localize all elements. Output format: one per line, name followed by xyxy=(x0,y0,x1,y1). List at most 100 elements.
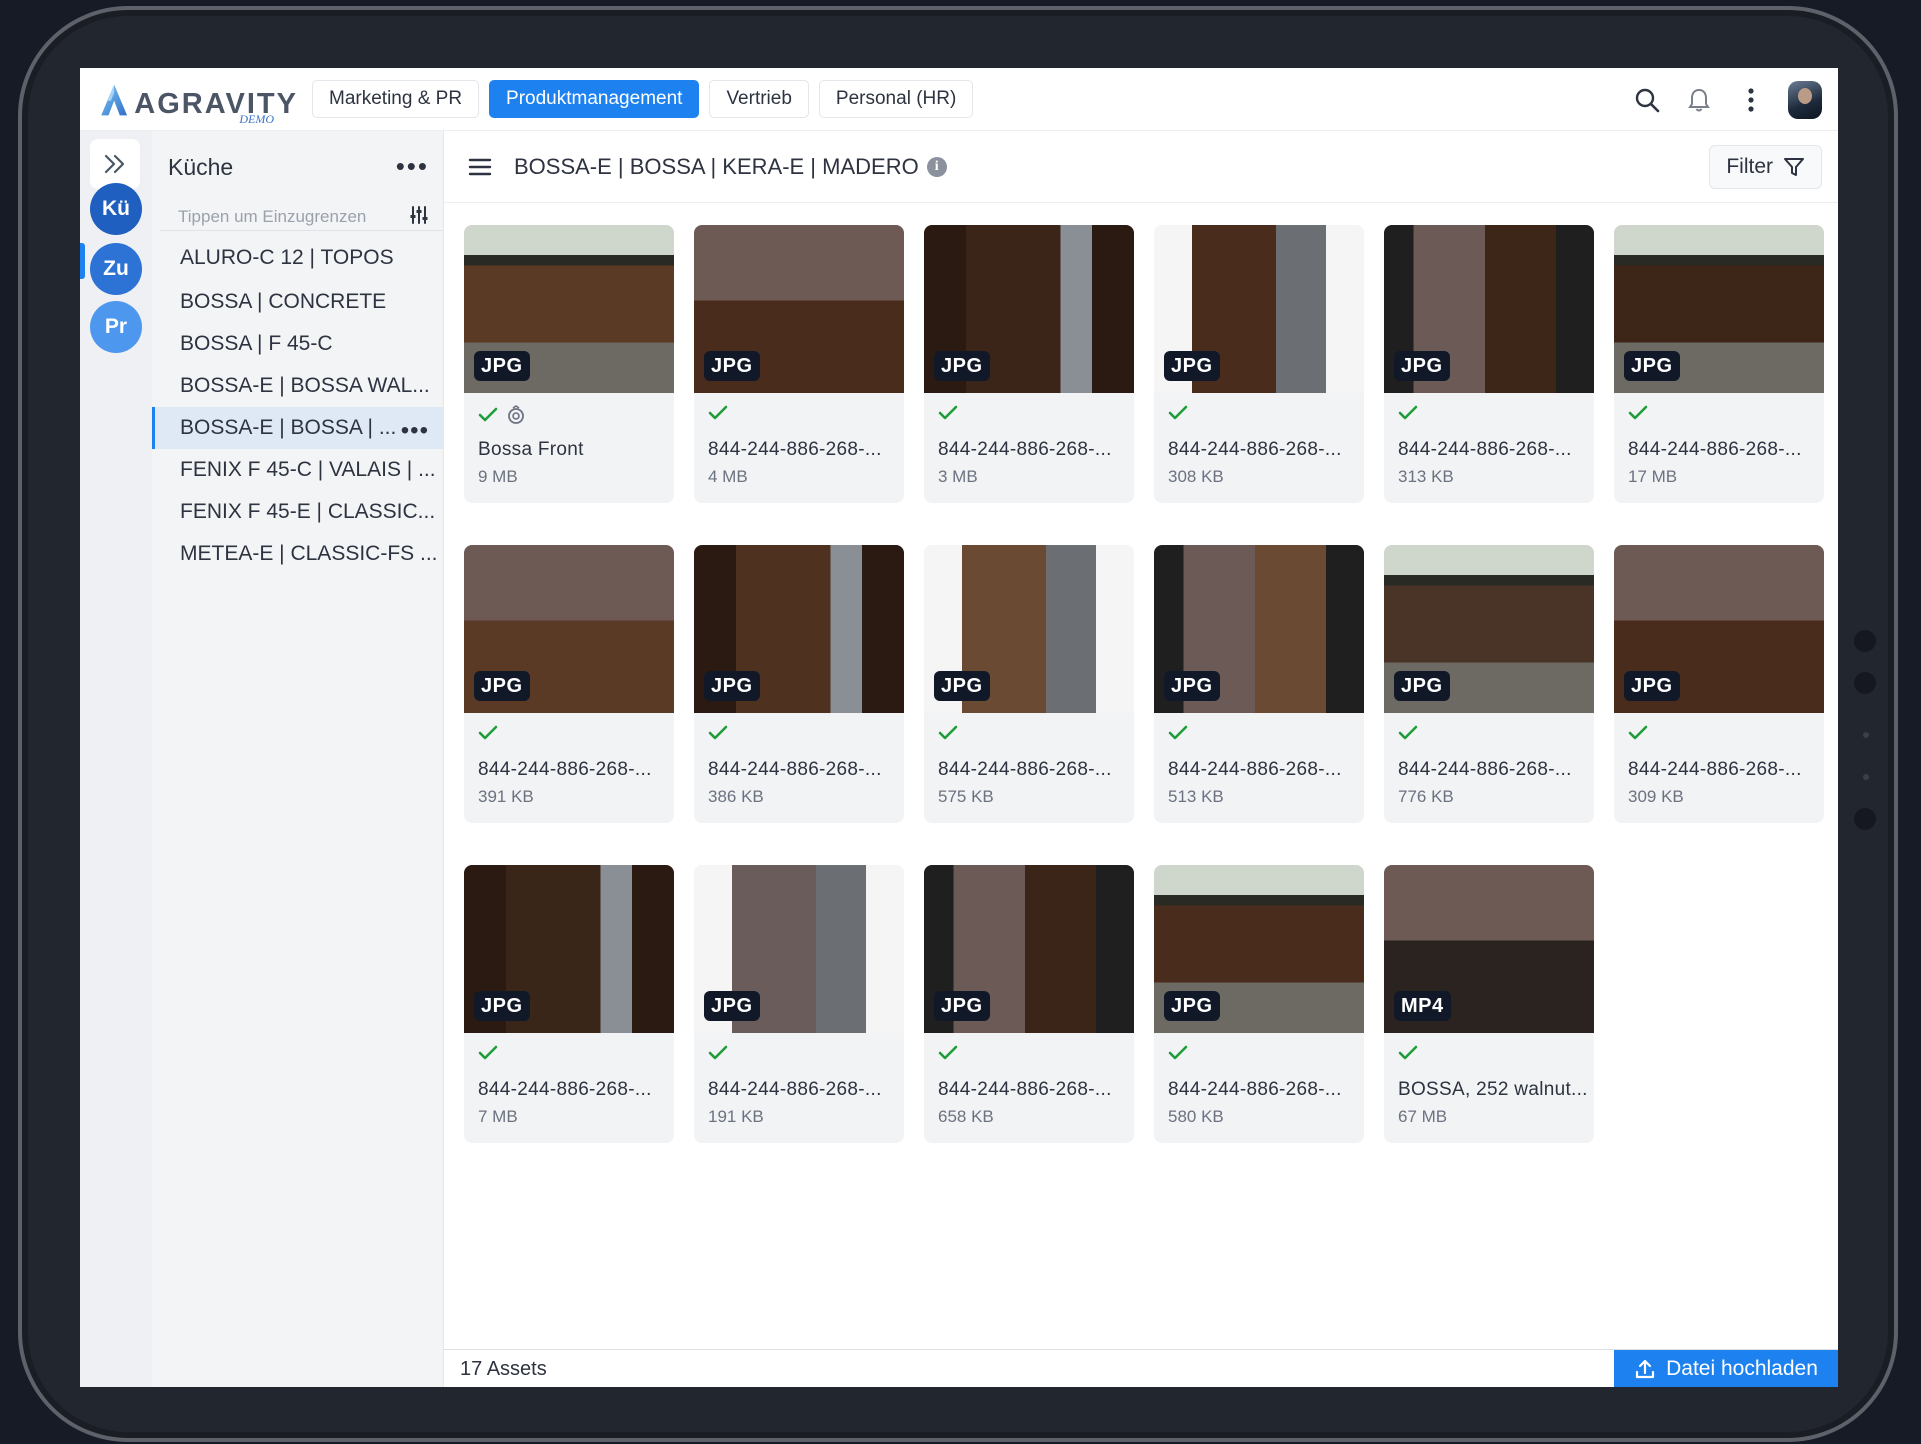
search-icon[interactable] xyxy=(1632,85,1662,115)
asset-name: BOSSA, 252 walnut... xyxy=(1398,1079,1588,1100)
tree-item[interactable]: METEA-E | CLASSIC-FS ... xyxy=(152,533,443,575)
asset-card[interactable]: JPG Bossa Front 9 MB xyxy=(464,225,674,503)
collection-rail: Kü Zu Pr xyxy=(80,131,152,1387)
check-icon xyxy=(1628,405,1648,420)
asset-name: 844-244-886-268-... xyxy=(708,759,882,780)
asset-card[interactable]: JPG 844-244-886-268-... 7 MB xyxy=(464,865,674,1143)
asset-size: 313 KB xyxy=(1398,467,1454,486)
check-icon xyxy=(478,725,498,740)
asset-card[interactable]: JPG 844-244-886-268-... 191 KB xyxy=(694,865,904,1143)
tree-item-label: METEA-E | CLASSIC-FS ... xyxy=(180,542,438,565)
asset-card[interactable]: JPG 844-244-886-268-... 308 KB xyxy=(1154,225,1364,503)
rail-collection-2[interactable]: Zu xyxy=(90,243,142,295)
asset-name: Bossa Front xyxy=(478,439,584,460)
asset-name: 844-244-886-268-... xyxy=(708,439,882,460)
more-vertical-icon[interactable] xyxy=(1736,85,1766,115)
more-horizontal-icon[interactable]: ••• xyxy=(396,151,429,182)
asset-status xyxy=(938,725,958,741)
asset-card[interactable]: JPG 844-244-886-268-... 4 MB xyxy=(694,225,904,503)
tree-item-label: BOSSA | F 45-C xyxy=(180,332,333,355)
asset-status xyxy=(1628,725,1648,741)
tablet-sensor xyxy=(1863,732,1869,738)
asset-card[interactable]: JPG 844-244-886-268-... 313 KB xyxy=(1384,225,1594,503)
asset-name: 844-244-886-268-... xyxy=(478,1079,652,1100)
more-horizontal-icon[interactable]: ••• xyxy=(401,417,429,445)
tab-produktmanagement[interactable]: Produktmanagement xyxy=(489,80,700,118)
tree-item[interactable]: BOSSA-E | BOSSA | ... ••• xyxy=(152,407,443,449)
asset-card[interactable]: JPG 844-244-886-268-... 391 KB xyxy=(464,545,674,823)
asset-name: 844-244-886-268-... xyxy=(938,439,1112,460)
file-type-badge: JPG xyxy=(474,351,530,381)
file-type-badge: MP4 xyxy=(1394,991,1451,1021)
asset-card[interactable]: MP4 BOSSA, 252 walnut... 67 MB xyxy=(1384,865,1594,1143)
check-icon xyxy=(1168,725,1188,740)
expand-sidebar-button[interactable] xyxy=(90,139,140,189)
status-footer: 17 Assets Datei hochladen xyxy=(444,1349,1838,1387)
upload-button[interactable]: Datei hochladen xyxy=(1614,1350,1838,1387)
tree-item[interactable]: ALURO-C 12 | TOPOS xyxy=(152,235,443,281)
tree-filter-input[interactable]: Tippen um Einzugrenzen xyxy=(160,203,443,231)
asset-card[interactable]: JPG 844-244-886-268-... 309 KB xyxy=(1614,545,1824,823)
check-icon xyxy=(478,1045,498,1060)
user-avatar[interactable] xyxy=(1788,80,1822,119)
check-icon xyxy=(938,1045,958,1060)
check-icon xyxy=(478,407,498,422)
tree-item[interactable]: FENIX F 45-E | CLASSIC... xyxy=(152,491,443,533)
asset-size: 308 KB xyxy=(1168,467,1224,486)
top-actions xyxy=(1632,68,1822,131)
asset-card[interactable]: JPG 844-244-886-268-... 658 KB xyxy=(924,865,1134,1143)
asset-size: 386 KB xyxy=(708,787,764,806)
asset-card[interactable]: JPG 844-244-886-268-... 386 KB xyxy=(694,545,904,823)
upload-label: Datei hochladen xyxy=(1666,1357,1818,1380)
asset-size: 67 MB xyxy=(1398,1107,1448,1126)
logo-subtitle: DEMO xyxy=(239,112,274,126)
file-type-badge: JPG xyxy=(1394,671,1450,701)
check-icon xyxy=(1628,725,1648,740)
asset-card[interactable]: JPG 844-244-886-268-... 3 MB xyxy=(924,225,1134,503)
info-icon[interactable]: i xyxy=(926,156,947,177)
app-screen: AGRAVITY DEMO Marketing & PR Produktmanag… xyxy=(80,68,1838,1387)
tree-item-label: BOSSA-E | BOSSA | ... xyxy=(180,416,397,439)
check-icon xyxy=(708,1045,728,1060)
tree-item[interactable]: BOSSA-E | BOSSA WAL... xyxy=(152,365,443,407)
asset-card[interactable]: JPG 844-244-886-268-... 513 KB xyxy=(1154,545,1364,823)
tree-header: Küche ••• xyxy=(152,131,443,203)
file-type-badge: JPG xyxy=(704,351,760,381)
app-logo[interactable]: AGRAVITY DEMO xyxy=(98,77,298,126)
menu-icon[interactable] xyxy=(468,157,492,177)
funnel-icon xyxy=(1784,158,1804,176)
rail-collection-3[interactable]: Pr xyxy=(90,301,142,353)
rail-collection-1[interactable]: Kü xyxy=(90,183,142,235)
filter-button[interactable]: Filter xyxy=(1709,145,1822,189)
file-type-badge: JPG xyxy=(1624,351,1680,381)
folder-tree-panel: Küche ••• Tippen um Einzugrenzen ALURO-C… xyxy=(152,131,444,1387)
asset-status xyxy=(708,725,728,741)
check-icon xyxy=(708,405,728,420)
bell-icon[interactable] xyxy=(1684,85,1714,115)
sliders-icon[interactable] xyxy=(409,205,429,225)
upload-icon xyxy=(1636,1359,1655,1379)
check-icon xyxy=(1398,1045,1418,1060)
asset-status xyxy=(1398,725,1418,741)
asset-card[interactable]: JPG 844-244-886-268-... 776 KB xyxy=(1384,545,1594,823)
asset-card[interactable]: JPG 844-244-886-268-... 17 MB xyxy=(1614,225,1824,503)
asset-card[interactable]: JPG 844-244-886-268-... 580 KB xyxy=(1154,865,1364,1143)
tree-item[interactable]: BOSSA | F 45-C xyxy=(152,323,443,365)
tree-item[interactable]: FENIX F 45-C | VALAIS | ... xyxy=(152,449,443,491)
tree-item[interactable]: BOSSA | CONCRETE xyxy=(152,281,443,323)
asset-size: 658 KB xyxy=(938,1107,994,1126)
breadcrumb: BOSSA-E | BOSSA | KERA-E | MADERO i Filt… xyxy=(444,131,1838,203)
asset-status xyxy=(1168,725,1188,741)
tablet-sensor xyxy=(1863,774,1869,780)
asset-size: 776 KB xyxy=(1398,787,1454,806)
workspace-tabs: Marketing & PR Produktmanagement Vertrieb P… xyxy=(312,80,974,118)
asset-status xyxy=(938,405,958,421)
tab-vertrieb[interactable]: Vertrieb xyxy=(709,80,809,118)
asset-status xyxy=(478,725,498,741)
tab-marketing-pr[interactable]: Marketing & PR xyxy=(312,80,480,118)
tab-personal-hr[interactable]: Personal (HR) xyxy=(818,80,974,118)
asset-name: 844-244-886-268-... xyxy=(938,759,1112,780)
asset-size: 513 KB xyxy=(1168,787,1224,806)
asset-name: 844-244-886-268-... xyxy=(1628,759,1802,780)
asset-card[interactable]: JPG 844-244-886-268-... 575 KB xyxy=(924,545,1134,823)
